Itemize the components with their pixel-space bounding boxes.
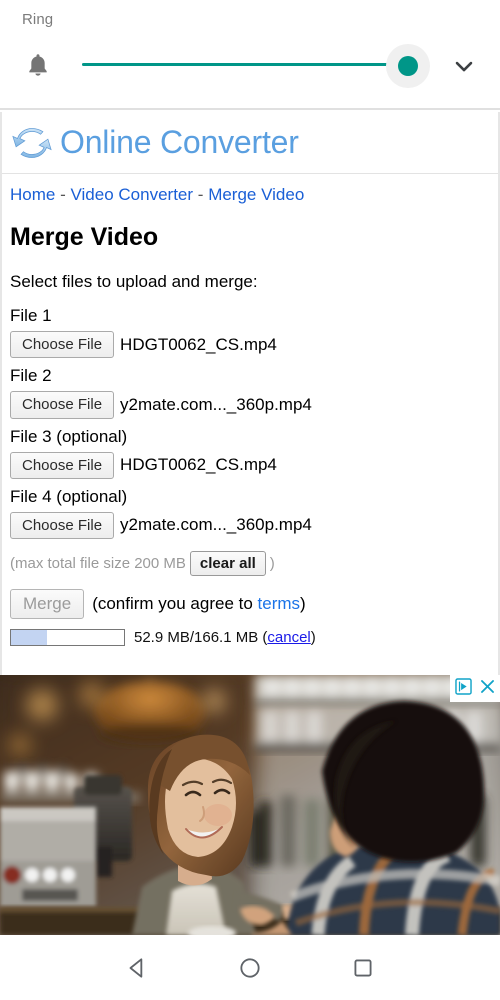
ad-badge bbox=[450, 675, 500, 702]
breadcrumb-separator: - bbox=[197, 185, 204, 204]
breadcrumb-link-video-converter[interactable]: Video Converter bbox=[71, 185, 194, 204]
choose-file-button-3[interactable]: Choose File bbox=[10, 451, 115, 479]
upload-progress-bar bbox=[10, 629, 125, 646]
cancel-link[interactable]: cancel bbox=[267, 629, 310, 646]
terms-link[interactable]: terms bbox=[258, 594, 301, 613]
file-name-1: HDGT0062_CS.mp4 bbox=[120, 334, 277, 354]
browser-page: Online Converter Home - Video Converter … bbox=[0, 112, 500, 675]
chevron-down-icon[interactable] bbox=[450, 52, 478, 80]
progress-status-text: 52.9 MB/166.1 MB (cancel) bbox=[134, 629, 316, 646]
merge-button[interactable]: Merge bbox=[10, 589, 85, 619]
confirm-terms-text: (confirm you agree to terms) bbox=[92, 594, 306, 614]
merge-row: Merge (confirm you agree to terms) bbox=[2, 576, 498, 619]
slider-thumb[interactable] bbox=[398, 56, 418, 76]
phone-screen: Ring Online Converter Home - Video Conve… bbox=[0, 0, 500, 1000]
site-title: Online Converter bbox=[60, 124, 299, 160]
file-row-4: Choose File y2mate.com..._360p.mp4 bbox=[10, 511, 498, 539]
back-triangle-icon[interactable] bbox=[124, 955, 150, 981]
file-label-2: File 2 bbox=[10, 366, 52, 386]
ring-label: Ring bbox=[22, 11, 54, 28]
volume-slider[interactable] bbox=[82, 63, 412, 68]
ad-banner[interactable] bbox=[0, 675, 500, 935]
confirm-suffix: ) bbox=[300, 594, 306, 613]
choose-file-button-4[interactable]: Choose File bbox=[10, 511, 115, 539]
breadcrumb: Home - Video Converter - Merge Video bbox=[2, 174, 498, 205]
file-label-1: File 1 bbox=[10, 306, 52, 325]
breadcrumb-link-merge-video[interactable]: Merge Video bbox=[208, 185, 304, 204]
close-icon[interactable] bbox=[478, 677, 497, 701]
volume-panel: Ring bbox=[0, 0, 500, 110]
panel-divider bbox=[0, 108, 500, 110]
recents-square-icon[interactable] bbox=[350, 955, 376, 981]
file-label-3: File 3 (optional) bbox=[10, 426, 128, 446]
site-header: Online Converter bbox=[2, 112, 498, 174]
home-circle-icon[interactable] bbox=[237, 955, 263, 981]
file-inputs-group: File 1 Choose File HDGT0062_CS.mp4 File … bbox=[2, 292, 498, 539]
file-row-1: Choose File HDGT0062_CS.mp4 bbox=[10, 331, 498, 359]
android-navigation-bar bbox=[0, 935, 500, 1000]
bell-icon[interactable] bbox=[22, 50, 54, 82]
page-title: Merge Video bbox=[10, 223, 159, 251]
max-size-text: (max total file size 200 MB bbox=[10, 555, 186, 572]
slider-fill bbox=[82, 63, 403, 66]
max-size-row: (max total file size 200 MB clear all ) bbox=[2, 539, 498, 576]
progress-suffix: ) bbox=[310, 629, 316, 646]
file-name-3: HDGT0062_CS.mp4 bbox=[120, 455, 277, 475]
refresh-arrows-logo-icon[interactable] bbox=[10, 123, 54, 163]
adchoices-icon[interactable] bbox=[454, 677, 473, 701]
intro-text: Select files to upload and merge: bbox=[10, 272, 258, 291]
choose-file-button-1[interactable]: Choose File bbox=[10, 331, 115, 359]
ad-image bbox=[0, 675, 500, 935]
max-size-close-paren: ) bbox=[269, 555, 275, 572]
clear-all-button[interactable]: clear all bbox=[189, 551, 266, 576]
file-row-3: Choose File HDGT0062_CS.mp4 bbox=[10, 451, 498, 479]
progress-amount: 52.9 MB/166.1 MB ( bbox=[134, 629, 268, 646]
progress-row: 52.9 MB/166.1 MB (cancel) bbox=[2, 619, 498, 646]
confirm-prefix: (confirm you agree to bbox=[92, 594, 258, 613]
file-row-2: Choose File y2mate.com..._360p.mp4 bbox=[10, 391, 498, 419]
file-name-2: y2mate.com..._360p.mp4 bbox=[120, 394, 312, 414]
file-label-4: File 4 (optional) bbox=[10, 486, 128, 506]
breadcrumb-separator: - bbox=[60, 185, 66, 204]
choose-file-button-2[interactable]: Choose File bbox=[10, 391, 115, 419]
upload-progress-fill bbox=[11, 630, 48, 645]
breadcrumb-link-home[interactable]: Home bbox=[10, 185, 55, 204]
file-name-4: y2mate.com..._360p.mp4 bbox=[120, 515, 312, 535]
